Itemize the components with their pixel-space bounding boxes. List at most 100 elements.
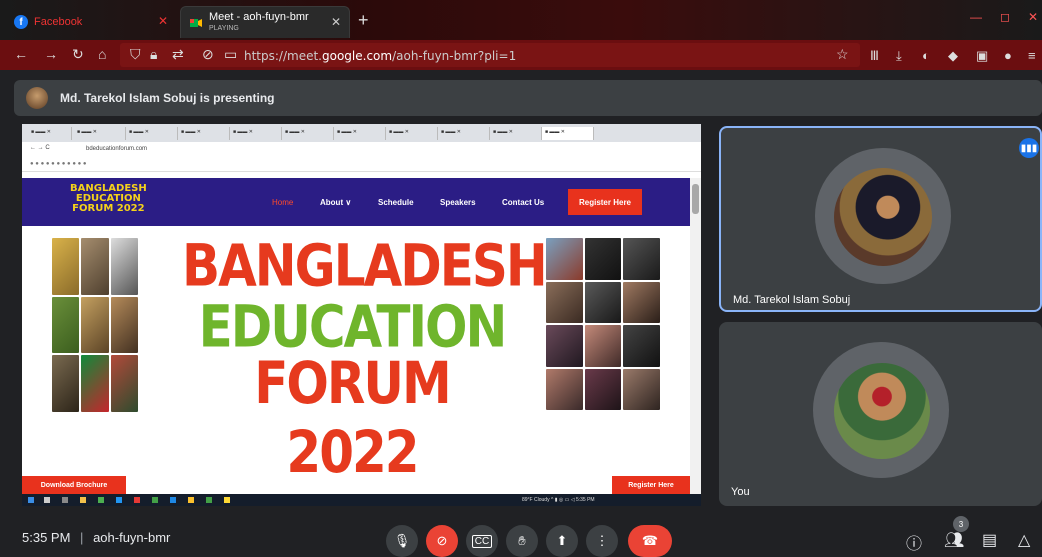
mic-button[interactable]: 🎙︎ [386, 525, 418, 557]
new-tab-button[interactable]: + [358, 10, 369, 31]
shared-tab: ■ ▬▬ ✕ [126, 127, 178, 140]
captions-icon: CC [471, 534, 493, 548]
camera-button[interactable]: ⊘ [426, 525, 458, 557]
shared-tab: ■ ▬▬ ✕ [490, 127, 542, 140]
extension-icon[interactable]: ● [1004, 48, 1012, 63]
more-vert-icon: ⋮ [595, 533, 609, 548]
present-button[interactable]: ⬆ [546, 525, 578, 557]
maximize-icon[interactable]: ◻ [1000, 10, 1010, 24]
avatar [834, 168, 932, 266]
hero-title: BANGLADESH EDUCATION FORUM 2022 [182, 233, 548, 486]
people-icon[interactable]: 👥︎ [944, 530, 964, 550]
taskbar-tray: 89°F Cloudy ^ ▮ ◎ ▭ ◁ 5:35 PM [522, 497, 595, 503]
app-icon [98, 497, 104, 503]
close-window-icon[interactable]: ✕ [1028, 10, 1038, 24]
shared-tab: ■ ▬▬ ✕ [28, 127, 72, 140]
explorer-icon [80, 497, 86, 503]
reload-icon[interactable]: ↻ [72, 46, 84, 63]
app-icon [134, 497, 140, 503]
minimize-icon[interactable]: — [970, 10, 982, 24]
extension-icon[interactable]: ▣ [976, 48, 988, 64]
camera-off-icon: ⊘ [436, 533, 448, 548]
participant-name: You [731, 486, 750, 498]
end-call-button[interactable]: ☎︎ [628, 525, 672, 557]
shared-tab: ■ ▬▬ ✕ [542, 127, 594, 140]
library-icon[interactable]: Ⅲ [870, 48, 879, 64]
presenting-text: Md. Tarekol Islam Sobuj is presenting [60, 91, 275, 105]
lock-icon[interactable]: 🔒︎ [150, 46, 157, 63]
nav-schedule: Schedule [378, 198, 414, 207]
shared-screen: ■ ▬▬ ✕ ■ ▬▬ ✕ ■ ▬▬ ✕ ■ ▬▬ ✕ ■ ▬▬ ✕ ■ ▬▬ … [22, 124, 701, 506]
hero-line-3: FORUM 2022 [254, 350, 452, 486]
site-logo: BANGLADESH EDUCATION FORUM 2022 [70, 184, 147, 214]
shared-tab: ■ ▬▬ ✕ [386, 127, 438, 140]
present-icon: ⬆ [556, 533, 568, 548]
tab-label: Facebook [34, 16, 83, 28]
meeting-code: aoh-fuyn-bmr [93, 530, 171, 545]
tab-meet[interactable]: Meet - aoh-fuyn-bmr PLAYING ✕ [180, 6, 350, 38]
participant-tile-you[interactable]: You [719, 322, 1042, 506]
url-text[interactable]: https://meet.google.com/aoh-fuyn-bmr?pli… [244, 49, 516, 63]
hang-up-icon: ☎︎ [641, 533, 659, 548]
app-icon [224, 497, 230, 503]
download-icon[interactable]: ⤓ [896, 48, 902, 64]
meeting-controls-bar: 5:35 PM | aoh-fuyn-bmr 🎙︎ ⊘ CC ✋︎ ⬆ ⋮ ☎︎… [0, 516, 1042, 557]
shield-icon[interactable]: ⛉ [130, 46, 141, 63]
shared-bookmarks-bar: ● ● ● ● ● ● ● ● ● ● ● [22, 158, 701, 172]
photo-collage-right [546, 238, 660, 410]
avatar [834, 363, 930, 459]
shared-tab: ■ ▬▬ ✕ [438, 127, 490, 140]
close-tab-icon[interactable]: ✕ [331, 15, 341, 29]
presenting-banner: Md. Tarekol Islam Sobuj is presenting [14, 80, 1042, 116]
app-icon [170, 497, 176, 503]
home-icon[interactable]: ⌂ [98, 46, 106, 62]
windows-start-icon [28, 497, 34, 503]
extension-icon[interactable]: ◆ [948, 48, 958, 64]
tab-facebook[interactable]: f Facebook ✕ [6, 6, 176, 38]
app-icon [152, 497, 158, 503]
chat-icon[interactable]: ▤ [982, 530, 997, 550]
app-icon [206, 497, 212, 503]
taskview-icon [62, 497, 68, 503]
download-brochure-button: Download Brochure [22, 476, 126, 494]
raise-hand-button[interactable]: ✋︎ [506, 525, 538, 557]
permissions-icon[interactable]: ⇄ [172, 46, 184, 63]
chrome-icon [188, 497, 194, 503]
shared-tab: ■ ▬▬ ✕ [230, 127, 282, 140]
bookmark-star-icon[interactable]: ☆ [836, 46, 849, 63]
more-options-button[interactable]: ⋮ [586, 525, 618, 557]
info-icon[interactable]: ⓘ [906, 530, 922, 554]
shared-browser-tabs: ■ ▬▬ ✕ ■ ▬▬ ✕ ■ ▬▬ ✕ ■ ▬▬ ✕ ■ ▬▬ ✕ ■ ▬▬ … [22, 124, 701, 142]
tab-sublabel: PLAYING [209, 24, 239, 32]
participant-name: Md. Tarekol Islam Sobuj [733, 294, 851, 306]
menu-icon[interactable]: ≡ [1028, 48, 1036, 63]
photo-collage-left [52, 238, 138, 412]
activities-icon[interactable]: △ [1018, 530, 1030, 550]
close-tab-icon[interactable]: ✕ [158, 14, 168, 28]
browser-tab-strip: f Facebook ✕ Meet - aoh-fuyn-bmr PLAYING… [0, 0, 1042, 40]
windows-taskbar: 89°F Cloudy ^ ▮ ◎ ▭ ◁ 5:35 PM [22, 494, 701, 506]
register-here-button: Register Here [612, 476, 690, 494]
forward-icon[interactable]: → [44, 46, 58, 62]
facebook-icon: f [14, 15, 28, 29]
bookmark-icons: ● ● ● ● ● ● ● ● ● ● ● [30, 161, 87, 167]
chat-icon[interactable]: ▭ [224, 46, 237, 63]
nav-about: About ∨ [320, 198, 352, 207]
app-icon [116, 497, 122, 503]
avatar [26, 87, 48, 109]
participant-tile-presenter[interactable]: ▮▮▮ Md. Tarekol Islam Sobuj [719, 126, 1042, 312]
search-icon [44, 497, 50, 503]
hand-icon: ✋︎ [518, 533, 526, 548]
captions-button[interactable]: CC [466, 525, 498, 557]
camera-blocked-icon[interactable]: ⊘ [202, 46, 214, 63]
meet-icon [190, 18, 202, 27]
shared-tab: ■ ▬▬ ✕ [178, 127, 230, 140]
back-icon[interactable]: ← [14, 46, 28, 62]
shared-tab: ■ ▬▬ ✕ [74, 127, 126, 140]
extension-icon[interactable]: ◐ [922, 48, 930, 63]
speaking-indicator-icon: ▮▮▮ [1019, 138, 1039, 158]
nav-contact: Contact Us [502, 198, 545, 207]
logo-line: FORUM 2022 [72, 203, 145, 214]
meeting-info: 5:35 PM | aoh-fuyn-bmr [22, 530, 171, 545]
nav-speakers: Speakers [440, 198, 476, 207]
